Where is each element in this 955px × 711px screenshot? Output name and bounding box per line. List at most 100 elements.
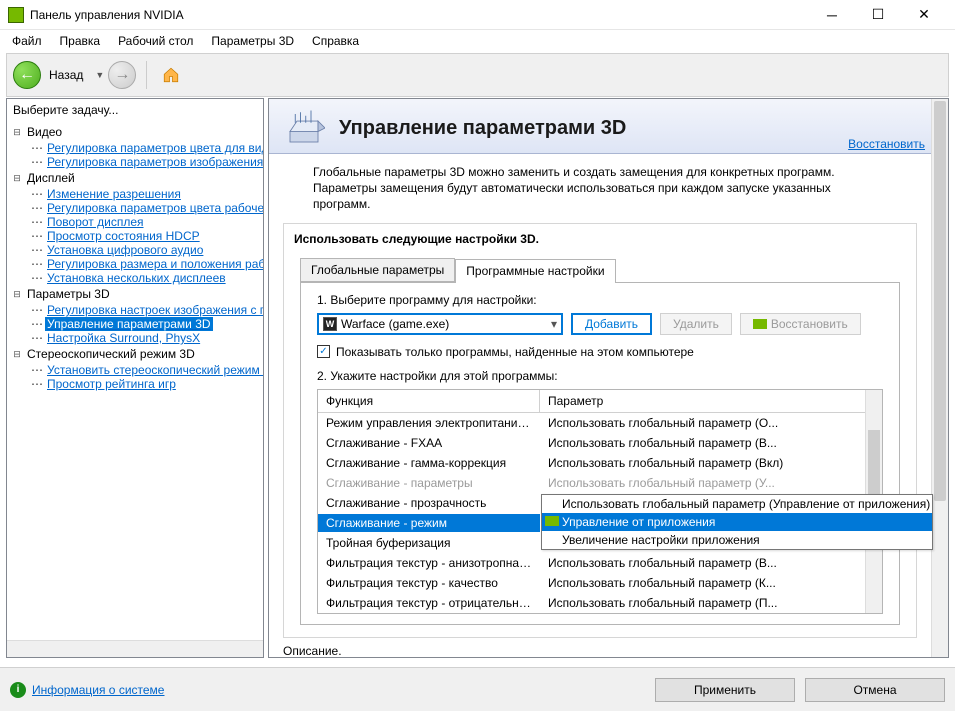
tab-body: 1. Выберите программу для настройки: W W… [300, 282, 900, 625]
tree-group-stereo[interactable]: ⊟Стереоскопический режим 3D [7, 345, 263, 363]
tree-group-display[interactable]: ⊟Дисплей [7, 169, 263, 187]
program-select[interactable]: W Warface (game.exe) ▾ [317, 313, 563, 335]
collapse-icon[interactable]: ⊟ [11, 126, 23, 138]
feature-cell: Фильтрация текстур - отрицательное о... [318, 594, 540, 612]
remove-button: Удалить [660, 313, 732, 335]
tree-item[interactable]: ⋯Регулировка параметров изображения для … [7, 155, 263, 169]
menu-file[interactable]: Файл [4, 32, 50, 50]
minimize-button[interactable]: ─ [809, 0, 855, 30]
content-vertical-scrollbar[interactable] [931, 99, 948, 657]
tree-item[interactable]: ⋯Просмотр рейтинга игр [7, 377, 263, 391]
table-row[interactable]: Сглаживание - FXAAИспользовать глобальны… [318, 433, 882, 453]
feature-cell: Режим управления электропитанием [318, 414, 540, 432]
param-cell[interactable]: Использовать глобальный параметр (Вкл) [540, 454, 882, 472]
param-cell[interactable]: Использовать глобальный параметр (В... [540, 434, 882, 452]
param-cell[interactable]: Использовать глобальный параметр (В... [540, 554, 882, 572]
home-button[interactable] [157, 61, 185, 89]
table-header: Функция Параметр [318, 390, 882, 413]
param-cell[interactable]: Использовать глобальный параметр (К... [540, 574, 882, 592]
cancel-button[interactable]: Отмена [805, 678, 945, 702]
table-row[interactable]: Сглаживание - гамма-коррекцияИспользоват… [318, 453, 882, 473]
tree-item[interactable]: ⋯Изменение разрешения [7, 187, 263, 201]
arrow-left-icon: ← [19, 66, 35, 84]
feature-cell: Сглаживание - гамма-коррекция [318, 454, 540, 472]
program-select-value: Warface (game.exe) [341, 317, 449, 331]
sidebar-header: Выберите задачу... [7, 99, 263, 121]
home-icon [162, 66, 180, 84]
tab-program[interactable]: Программные настройки [455, 259, 615, 283]
scrollbar-thumb[interactable] [934, 101, 946, 501]
tree-item[interactable]: ⋯Регулировка размера и положения рабочег… [7, 257, 263, 271]
feature-cell: Сглаживание - прозрачность [318, 494, 540, 512]
menu-edit[interactable]: Правка [52, 32, 109, 50]
close-button[interactable]: ✕ [901, 0, 947, 30]
system-info-link[interactable]: Информация о системе [32, 683, 164, 697]
menu-help[interactable]: Справка [304, 32, 367, 50]
sidebar-horizontal-scrollbar[interactable] [7, 640, 263, 657]
tree-item[interactable]: ⋯Установка нескольких дисплеев [7, 271, 263, 285]
content-panel: Управление параметрами 3D Восстановить Г… [268, 98, 949, 658]
page-description: Глобальные параметры 3D можно заменить и… [269, 154, 931, 223]
tree-item[interactable]: ⋯Регулировка настроек изображения с прос… [7, 303, 263, 317]
page-title: Управление параметрами 3D [339, 117, 917, 140]
dropdown-arrow-icon[interactable]: ▼ [95, 70, 104, 80]
dropdown-option-selected[interactable]: Управление от приложения [542, 513, 932, 531]
feature-cell: Сглаживание - режим [318, 514, 540, 532]
param-cell[interactable]: Использовать глобальный параметр (У... [540, 474, 882, 492]
col-param[interactable]: Параметр [540, 390, 882, 412]
table-row[interactable]: Сглаживание - параметрыИспользовать глоб… [318, 473, 882, 493]
nvidia-app-icon [8, 7, 24, 23]
maximize-button[interactable]: ☐ [855, 0, 901, 30]
tree-item-selected[interactable]: ⋯Управление параметрами 3D [7, 317, 263, 331]
menu-desktop[interactable]: Рабочий стол [110, 32, 201, 50]
table-row[interactable]: Фильтрация текстур - отрицательное о...И… [318, 593, 882, 612]
back-button[interactable]: ← [13, 61, 41, 89]
table-row[interactable]: Фильтрация текстур - анизотропная оп...И… [318, 553, 882, 573]
tree-item[interactable]: ⋯Просмотр состояния HDCP [7, 229, 263, 243]
toolbar: ← Назад ▼ → [6, 53, 949, 97]
tree-group-3d[interactable]: ⊟Параметры 3D [7, 285, 263, 303]
feature-cell: Фильтрация текстур - качество [318, 574, 540, 592]
step2-label: 2. Укажите настройки для этой программы: [317, 369, 883, 383]
tree-item[interactable]: ⋯Регулировка параметров цвета для видео [7, 141, 263, 155]
collapse-icon[interactable]: ⊟ [11, 348, 23, 360]
description-block: Описание. Режим сглаживания позволяет оп… [269, 638, 931, 657]
dropdown-option[interactable]: Увеличение настройки приложения [542, 531, 932, 549]
forward-button[interactable]: → [108, 61, 136, 89]
add-button[interactable]: Добавить [571, 313, 652, 335]
dropdown-option[interactable]: Использовать глобальный параметр (Управл… [542, 495, 932, 513]
col-feature[interactable]: Функция [318, 390, 540, 412]
restore-defaults-link[interactable]: Восстановить [848, 137, 925, 151]
show-only-found-checkbox[interactable]: ✓ [317, 345, 330, 358]
menubar: Файл Правка Рабочий стол Параметры 3D Сп… [0, 30, 955, 52]
tree-item[interactable]: ⋯Регулировка параметров цвета рабочего с… [7, 201, 263, 215]
table-row[interactable]: Режим управления электропитаниемИспользо… [318, 413, 882, 433]
param-cell[interactable]: Использовать глобальный параметр (П... [540, 594, 882, 612]
apply-button[interactable]: Применить [655, 678, 795, 702]
aa-mode-dropdown-popup: Использовать глобальный параметр (Управл… [541, 494, 933, 550]
tab-global[interactable]: Глобальные параметры [300, 258, 455, 282]
tree-item[interactable]: ⋯Настройка Surround, PhysX [7, 331, 263, 345]
table-row[interactable]: Фильтрация текстур - качествоИспользоват… [318, 573, 882, 593]
collapse-icon[interactable]: ⊟ [11, 172, 23, 184]
task-tree: ⊟Видео ⋯Регулировка параметров цвета для… [7, 121, 263, 657]
tree-item[interactable]: ⋯Поворот дисплея [7, 215, 263, 229]
settings-group: Использовать следующие настройки 3D. Гло… [283, 223, 917, 638]
tabs: Глобальные параметры Программные настрой… [300, 258, 900, 282]
footer: i Информация о системе Применить Отмена [0, 667, 955, 711]
collapse-icon[interactable]: ⊟ [11, 288, 23, 300]
menu-3d-params[interactable]: Параметры 3D [203, 32, 302, 50]
description-heading: Описание. [283, 644, 917, 657]
tree-group-video[interactable]: ⊟Видео [7, 123, 263, 141]
tree-item[interactable]: ⋯Установить стереоскопический режим 3D [7, 363, 263, 377]
group-title: Использовать следующие настройки 3D. [284, 224, 916, 248]
step1-label: 1. Выберите программу для настройки: [317, 293, 883, 307]
tree-item[interactable]: ⋯Установка цифрового аудио [7, 243, 263, 257]
feature-cell: Сглаживание - FXAA [318, 434, 540, 452]
window-title: Панель управления NVIDIA [30, 8, 809, 22]
feature-cell: Фильтрация текстур - анизотропная оп... [318, 554, 540, 572]
sidebar: Выберите задачу... ⊟Видео ⋯Регулировка п… [6, 98, 264, 658]
param-cell[interactable]: Использовать глобальный параметр (О... [540, 414, 882, 432]
hero-3d-icon [283, 107, 325, 149]
system-info-icon: i [10, 682, 26, 698]
